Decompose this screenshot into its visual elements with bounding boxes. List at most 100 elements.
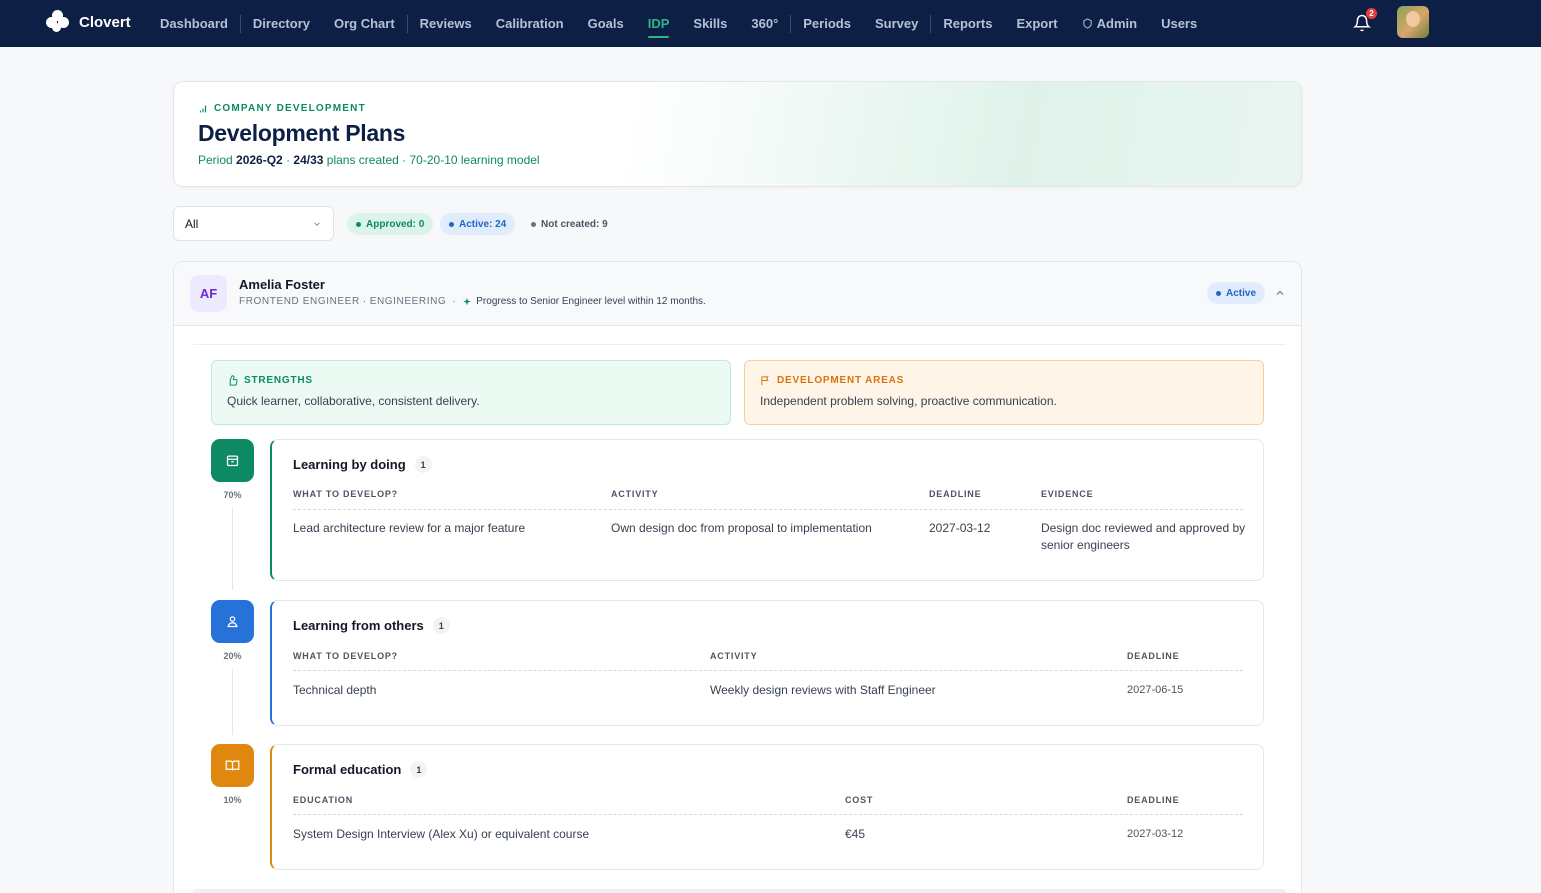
employee-meta: FRONTEND ENGINEER · ENGINEERING · Progre… bbox=[239, 296, 706, 307]
chevron-up-icon[interactable] bbox=[1274, 287, 1286, 299]
nav-item-skills[interactable]: Skills bbox=[681, 0, 739, 47]
nav-item-admin-label: Admin bbox=[1096, 16, 1138, 31]
top-navbar: Clovert Dashboard Directory Org Chart Re… bbox=[0, 0, 1541, 47]
active-label: Active: 24 bbox=[459, 218, 507, 230]
development-areas-box: DEVELOPMENT AREAS Independent problem so… bbox=[744, 360, 1264, 425]
select-value: All bbox=[185, 216, 199, 231]
section-count: 1 bbox=[432, 617, 450, 634]
section-title: Formal education 1 bbox=[293, 761, 428, 778]
column-header: DEADLINE bbox=[1127, 795, 1180, 805]
nav-item-calibration[interactable]: Calibration bbox=[484, 0, 576, 47]
nav-item-export[interactable]: Export bbox=[1004, 0, 1069, 47]
book-icon bbox=[211, 744, 254, 787]
nav-item-reviews[interactable]: Reviews bbox=[408, 0, 484, 47]
period-value: 2026-Q2 bbox=[236, 153, 283, 167]
table-cell: €45 bbox=[845, 827, 866, 841]
bell-icon[interactable]: 2 bbox=[1352, 8, 1377, 33]
column-header: WHAT TO DEVELOP? bbox=[293, 489, 398, 499]
table-cell: System Design Interview (Alex Xu) or equ… bbox=[293, 827, 590, 841]
flag-icon bbox=[761, 376, 769, 386]
formal-percent: 10% bbox=[223, 795, 242, 805]
clover-logo-icon bbox=[46, 10, 70, 34]
nav-item-goals[interactable]: Goals bbox=[576, 0, 636, 47]
employee-goal: Progress to Senior Engineer level within… bbox=[476, 296, 706, 307]
page-subtitle: Period 2026-Q2 · 24/33 plans created · 7… bbox=[198, 153, 540, 167]
table-divider bbox=[293, 509, 1243, 510]
nav-item-reports[interactable]: Reports bbox=[931, 0, 1004, 47]
nav-item-periods[interactable]: Periods bbox=[791, 0, 863, 47]
status-dot bbox=[531, 221, 536, 227]
section-title: Learning from others 1 bbox=[293, 617, 450, 634]
period-label: Period bbox=[198, 153, 233, 167]
page-title: Development Plans bbox=[198, 120, 406, 146]
notification-badge: 2 bbox=[1366, 8, 1377, 19]
employee-name: Amelia Foster bbox=[239, 277, 325, 292]
status-filter-select[interactable]: All bbox=[173, 206, 334, 241]
strengths-text: Quick learner, collaborative, consistent… bbox=[227, 394, 480, 408]
plans-label: plans created bbox=[326, 153, 399, 167]
plans-count: 24/33 bbox=[293, 153, 324, 167]
table-cell: 2027-03-12 bbox=[1127, 828, 1184, 840]
page-eyebrow: COMPANY DEVELOPMENT bbox=[198, 103, 366, 114]
table-cell: 2027-06-15 bbox=[1127, 684, 1184, 696]
sparkle-icon bbox=[463, 297, 472, 305]
not-created-chip[interactable]: Not created: 9 bbox=[522, 213, 617, 235]
avatar: AF bbox=[190, 275, 227, 312]
column-header: DEADLINE bbox=[929, 489, 982, 499]
thumbs-up-icon bbox=[229, 375, 238, 386]
column-header: ACTIVITY bbox=[710, 651, 758, 661]
column-header: COST bbox=[845, 795, 874, 805]
column-header: ACTIVITY bbox=[611, 489, 659, 499]
status-badge: Active bbox=[1207, 282, 1266, 304]
others-percent: 20% bbox=[223, 651, 242, 661]
formal-education-section: Formal education 1 EDUCATION COST DEADLI… bbox=[270, 744, 1264, 870]
timeline-connector bbox=[232, 669, 233, 735]
briefcase-icon bbox=[211, 439, 254, 482]
strengths-title: STRENGTHS bbox=[227, 375, 715, 386]
table-cell: Weekly design reviews with Staff Enginee… bbox=[710, 683, 936, 697]
eyebrow-text: COMPANY DEVELOPMENT bbox=[214, 103, 366, 114]
not-created-label: Not created: 9 bbox=[541, 218, 608, 230]
approved-label: Approved: 0 bbox=[366, 218, 425, 230]
table-divider bbox=[293, 814, 1243, 815]
nav-item-360[interactable]: 360° bbox=[739, 0, 790, 47]
nav-item-admin[interactable]: Admin bbox=[1070, 0, 1149, 47]
shield-icon bbox=[1082, 18, 1092, 29]
active-chip[interactable]: Active: 24 bbox=[440, 213, 516, 235]
table-cell: Lead architecture review for a major fea… bbox=[293, 521, 526, 535]
nav-item-dashboard[interactable]: Dashboard bbox=[148, 0, 240, 47]
learning-by-doing-section: Learning by doing 1 WHAT TO DEVELOP? ACT… bbox=[270, 439, 1264, 581]
section-count: 1 bbox=[414, 456, 432, 473]
table-cell: Technical depth bbox=[293, 683, 377, 697]
status-dot bbox=[356, 221, 361, 227]
employee-header[interactable]: AF Amelia Foster FRONTEND ENGINEER · ENG… bbox=[174, 262, 1301, 326]
learning-from-others-section: Learning from others 1 WHAT TO DEVELOP? … bbox=[270, 600, 1264, 726]
section-count: 1 bbox=[410, 761, 428, 778]
nav-menu: Dashboard Directory Org Chart Reviews Ca… bbox=[148, 0, 1209, 47]
strengths-box: STRENGTHS Quick learner, collaborative, … bbox=[211, 360, 731, 425]
employee-role: FRONTEND ENGINEER bbox=[239, 296, 360, 307]
nav-item-org-chart[interactable]: Org Chart bbox=[322, 0, 407, 47]
learning-model: 70-20-10 learning model bbox=[409, 153, 540, 167]
doing-percent: 70% bbox=[223, 490, 242, 500]
nav-item-directory[interactable]: Directory bbox=[241, 0, 322, 47]
table-cell: Own design doc from proposal to implemen… bbox=[611, 521, 872, 535]
nav-item-survey[interactable]: Survey bbox=[863, 0, 930, 47]
user-avatar[interactable] bbox=[1397, 6, 1429, 38]
development-areas-title: DEVELOPMENT AREAS bbox=[760, 375, 1248, 386]
column-header: EDUCATION bbox=[293, 795, 354, 805]
table-cell: Design doc reviewed and approved by seni… bbox=[1041, 521, 1246, 552]
nav-item-users[interactable]: Users bbox=[1149, 0, 1209, 47]
approved-chip[interactable]: Approved: 0 bbox=[347, 213, 434, 235]
development-areas-text: Independent problem solving, proactive c… bbox=[760, 394, 1057, 408]
chevron-down-icon bbox=[314, 221, 320, 226]
notifications[interactable]: 2 bbox=[1352, 8, 1377, 33]
mentor-icon bbox=[211, 600, 254, 643]
table-divider bbox=[293, 670, 1243, 671]
timeline-connector bbox=[232, 508, 233, 590]
table-cell: 2027-03-12 bbox=[929, 521, 991, 535]
column-header: WHAT TO DEVELOP? bbox=[293, 651, 398, 661]
section-title: Learning by doing 1 bbox=[293, 456, 432, 473]
brand[interactable]: Clovert bbox=[46, 10, 131, 34]
nav-item-idp[interactable]: IDP bbox=[636, 0, 682, 47]
